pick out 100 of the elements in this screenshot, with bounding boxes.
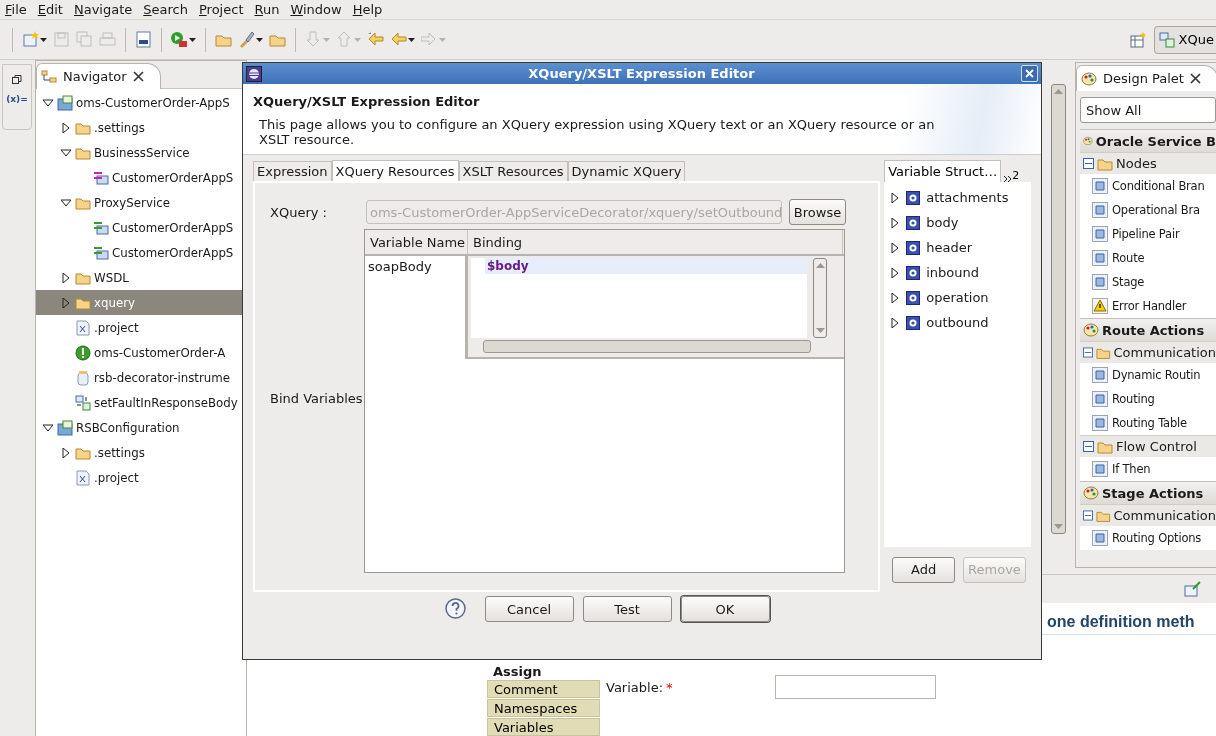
browse-button[interactable]: Browse	[789, 199, 846, 225]
collapse-icon[interactable]	[1083, 158, 1094, 169]
horizontal-scrollbar[interactable]	[483, 340, 811, 353]
palette-category[interactable]: Oracle Service B	[1080, 129, 1216, 152]
print-icon	[99, 31, 116, 48]
tree-item[interactable]: .settings	[36, 115, 246, 140]
perspective-button[interactable]: XQue	[1153, 25, 1216, 54]
tree-item[interactable]: rsb-decorator-instrume	[36, 365, 246, 390]
palette-item[interactable]: If Then	[1080, 457, 1216, 481]
pin-icon[interactable]	[1184, 581, 1202, 597]
menu-item[interactable]: Navigate	[68, 1, 139, 18]
palette-item[interactable]: Operational Bra	[1080, 198, 1216, 222]
expanded-twisty-icon[interactable]	[61, 197, 71, 208]
menu-item[interactable]: Edit	[32, 1, 69, 18]
tree-item[interactable]: WSDL	[36, 265, 246, 290]
menu-item[interactable]: Help	[347, 1, 389, 18]
collapsed-twisty-icon[interactable]	[61, 122, 71, 133]
tab[interactable]: Variable Struct…	[884, 160, 1002, 182]
restore-icon[interactable]	[12, 75, 22, 84]
column-header[interactable]: Binding	[468, 230, 843, 254]
palette-item[interactable]: Conditional Bran	[1080, 174, 1216, 198]
open-perspective-icon[interactable]	[1129, 31, 1146, 48]
palette-item[interactable]: Routing Options	[1080, 526, 1216, 550]
collapsed-twisty-icon[interactable]	[61, 272, 71, 283]
save-icon	[53, 31, 70, 48]
close-icon[interactable]	[132, 71, 144, 82]
collapsed-twisty-icon[interactable]	[890, 242, 901, 253]
tree-item[interactable]: CustomerOrderAppS	[36, 165, 246, 190]
tree-item[interactable]: operation	[884, 285, 1031, 310]
palette-group[interactable]: Communication	[1080, 341, 1216, 363]
palette-item[interactable]: Error Handler	[1080, 294, 1216, 318]
menu-item[interactable]: Search	[138, 1, 194, 18]
variables-view-icon[interactable]: (x)=	[6, 94, 28, 104]
binding-editor[interactable]: $body	[468, 256, 844, 359]
palette-item[interactable]: Routing	[1080, 387, 1216, 411]
collapsed-twisty-icon[interactable]	[890, 292, 901, 303]
tree-item[interactable]: CustomerOrderAppS	[36, 215, 246, 240]
side-tab[interactable]: Comment	[487, 680, 600, 698]
palette-category[interactable]: Stage Actions	[1080, 481, 1216, 504]
view-tab[interactable]: Design Palet	[1076, 65, 1216, 91]
tree-item[interactable]: BusinessService	[36, 140, 246, 165]
tree-item[interactable]: oms-CustomerOrder-A	[36, 340, 246, 365]
tree-item[interactable]: inbound	[884, 260, 1031, 285]
tab[interactable]: Dynamic XQuery	[567, 161, 686, 181]
add-button[interactable]: Add	[892, 556, 956, 583]
tree-item[interactable]: outbound	[884, 310, 1031, 335]
tab[interactable]: Expression	[253, 161, 332, 181]
vertical-scrollbar[interactable]	[813, 258, 827, 338]
envelope-arrows-icon	[93, 244, 109, 261]
palette-item[interactable]: Pipeline Pair	[1080, 222, 1216, 246]
tree-item[interactable]: .settings	[36, 440, 246, 465]
palette-category[interactable]: Route Actions	[1080, 318, 1216, 341]
collapse-icon[interactable]	[1083, 510, 1093, 521]
palette-item[interactable]: Dynamic Routin	[1080, 363, 1216, 387]
tree-item[interactable]: setFaultInResponseBody	[36, 390, 246, 415]
column-header[interactable]: Variable Name	[365, 230, 468, 254]
dialog-button[interactable]: Test	[582, 596, 672, 622]
palette-group[interactable]: Flow Control	[1080, 435, 1216, 457]
palette-item[interactable]: Route	[1080, 246, 1216, 270]
tree-item[interactable]: ProxyService	[36, 190, 246, 215]
menu-item[interactable]: File	[0, 1, 33, 18]
side-tab[interactable]: Namespaces	[487, 699, 600, 717]
collapsed-twisty-icon[interactable]	[890, 267, 901, 278]
collapsed-twisty-icon[interactable]	[890, 317, 901, 328]
dialog-button[interactable]: Cancel	[484, 596, 574, 622]
tree-item[interactable]: header	[884, 235, 1031, 260]
tree-item[interactable]: .project	[36, 315, 246, 340]
side-tab[interactable]: Variables	[487, 718, 600, 736]
variable-input[interactable]	[775, 675, 936, 699]
app-icon	[246, 65, 262, 82]
close-button[interactable]	[1021, 65, 1038, 82]
help-icon[interactable]	[444, 598, 466, 619]
menu-item[interactable]: Run	[249, 1, 286, 18]
tab[interactable]: XSLT Resources	[458, 161, 568, 181]
tree-item[interactable]: .project	[36, 465, 246, 490]
palette-item[interactable]: Routing Table	[1080, 411, 1216, 435]
expanded-twisty-icon[interactable]	[43, 422, 53, 433]
palette-item[interactable]: Stage	[1080, 270, 1216, 294]
menu-item[interactable]: Window	[285, 1, 348, 18]
menu-item[interactable]: Project	[194, 1, 250, 18]
collapsed-twisty-icon[interactable]	[890, 217, 901, 228]
expanded-twisty-icon[interactable]	[43, 97, 53, 108]
tree-item[interactable]: RSBConfiguration	[36, 415, 246, 440]
tab[interactable]: XQuery Resources	[331, 160, 459, 181]
tree-item[interactable]: body	[884, 210, 1031, 235]
close-icon[interactable]	[1189, 73, 1201, 84]
dialog-button[interactable]: OK	[680, 596, 770, 622]
collapse-icon[interactable]	[1083, 347, 1093, 358]
collapsed-twisty-icon[interactable]	[890, 192, 901, 203]
palette-group[interactable]: Communication	[1080, 504, 1216, 526]
collapsed-twisty-icon[interactable]	[61, 447, 71, 458]
tree-item[interactable]: oms-CustomerOrder-AppS	[36, 90, 246, 115]
back-arrow-icon	[367, 31, 384, 48]
tree-item[interactable]: CustomerOrderAppS	[36, 240, 246, 265]
palette-group[interactable]: Nodes	[1080, 152, 1216, 174]
collapse-icon[interactable]	[1083, 441, 1094, 452]
tree-item[interactable]: attachments	[884, 185, 1031, 210]
filter-dropdown[interactable]: Show All	[1080, 97, 1216, 123]
view-tab[interactable]: Navigator	[36, 63, 161, 89]
expanded-twisty-icon[interactable]	[61, 147, 71, 158]
